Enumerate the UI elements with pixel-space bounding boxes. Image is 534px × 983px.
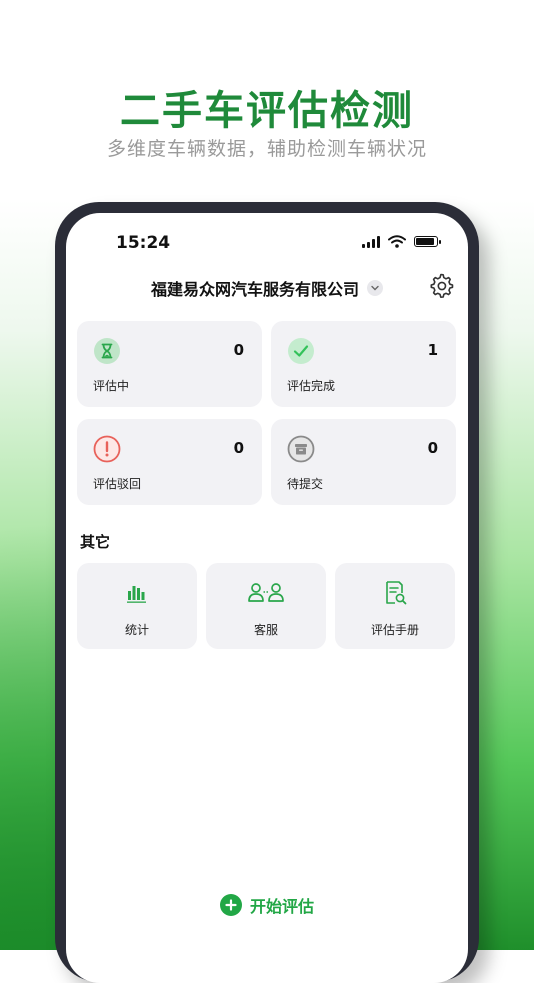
hero-subtitle: 多维度车辆数据，辅助检测车辆状况 [106, 138, 427, 160]
tile-statistics[interactable]: 统计 [77, 563, 197, 649]
company-selector[interactable]: 福建易众网汽车服务有限公司 [66, 273, 468, 303]
stat-card-completed[interactable]: 1 评估完成 [271, 321, 456, 407]
alert-icon [93, 435, 121, 463]
tile-label: 评估手册 [370, 623, 419, 637]
status-icons [362, 235, 441, 248]
stat-count: 0 [427, 439, 438, 457]
chevron-down-icon[interactable] [367, 280, 383, 296]
stat-label: 评估完成 [287, 379, 336, 393]
plus-circle-icon [219, 894, 242, 916]
tile-label: 客服 [253, 623, 278, 637]
customer-service-icon [248, 583, 284, 602]
tile-customer-service[interactable]: 客服 [206, 563, 326, 649]
stat-label: 评估驳回 [93, 477, 142, 491]
tile-manual[interactable]: 评估手册 [335, 563, 455, 649]
app-screen: 15:24 福建易众网汽车服务有限公司 0 评估中 1 评估完成 0 评估驳回 … [66, 213, 468, 983]
hourglass-icon [94, 338, 120, 364]
stat-count: 1 [427, 341, 438, 359]
manual-search-icon [386, 581, 407, 605]
stat-card-rejected[interactable]: 0 评估驳回 [77, 419, 262, 505]
hero-title: 二手车评估检测 [120, 88, 414, 134]
archive-icon [287, 435, 315, 463]
start-evaluation-label: 开始评估 [249, 897, 314, 916]
stat-count: 0 [233, 439, 244, 457]
stat-count: 0 [233, 341, 244, 359]
section-title-others: 其它 [80, 533, 111, 551]
stat-card-pending[interactable]: 0 待提交 [271, 419, 456, 505]
stat-card-evaluating[interactable]: 0 评估中 [77, 321, 262, 407]
battery-icon [414, 236, 441, 247]
status-time: 15:24 [116, 233, 171, 253]
bar-chart-icon [127, 586, 146, 603]
check-icon [288, 338, 314, 364]
stat-label: 评估中 [93, 379, 130, 393]
wifi-icon [388, 235, 406, 248]
tile-label: 统计 [124, 623, 149, 637]
phone-frame: 15:24 福建易众网汽车服务有限公司 0 评估中 1 评估完成 0 评估驳回 … [55, 202, 479, 983]
stat-label: 待提交 [287, 477, 324, 491]
company-name: 福建易众网汽车服务有限公司 [150, 280, 359, 299]
gear-icon[interactable] [428, 273, 454, 299]
start-evaluation-button[interactable]: 开始评估 [66, 893, 468, 917]
signal-icon [362, 235, 380, 248]
